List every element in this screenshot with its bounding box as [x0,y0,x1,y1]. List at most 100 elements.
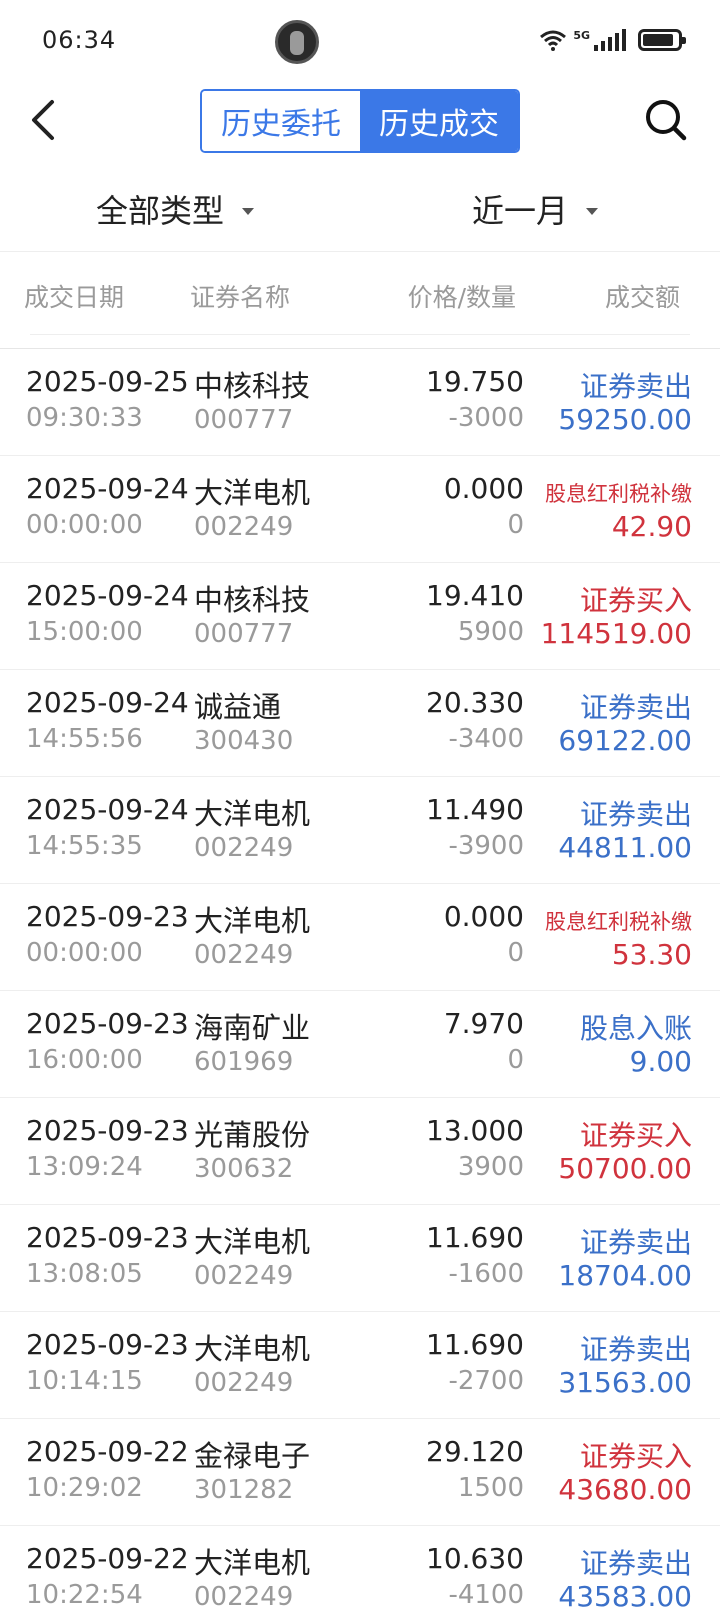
security-code: 002249 [194,1368,294,1398]
trade-type: 证券卖出 [579,370,692,403]
trade-price: 19.410 [426,579,524,612]
table-row[interactable]: 2025-09-25 09:30:33 中核科技 000777 19.750 -3000 证… [0,348,720,455]
security-name: 大洋电机 [194,1332,311,1366]
status-bar: 06:34 5G [0,0,720,80]
trade-quantity: 5900 [457,617,524,647]
security-name: 中核科技 [194,583,311,617]
security-code: 301282 [194,1475,294,1505]
status-icons: 5G [539,26,686,54]
security-code: 002249 [194,512,294,542]
trade-date: 2025-09-24 [26,472,189,505]
table-row[interactable]: 2025-09-24 00:00:00 大洋电机 002249 0.000 0 股息红利税补… [0,455,720,562]
trade-type: 证券卖出 [579,691,692,724]
trade-amount: 43583.00 [558,1580,692,1610]
search-button[interactable] [642,96,690,144]
table-row[interactable]: 2025-09-23 00:00:00 大洋电机 002249 0.000 0 股息红利税补… [0,883,720,990]
trade-amount: 114519.00 [540,617,692,650]
trade-quantity: 0 [507,938,524,968]
security-name: 海南矿业 [194,1011,311,1045]
trade-date: 2025-09-23 [26,1007,189,1040]
trade-amount: 59250.00 [558,403,692,436]
trade-type: 股息红利税补缴 [545,910,692,934]
security-code: 300632 [194,1154,294,1184]
range-filter-label: 近一月 [472,192,569,230]
trade-time: 10:29:02 [26,1473,143,1503]
security-name: 大洋电机 [194,476,311,510]
trade-amount: 42.90 [611,510,692,543]
trade-date: 2025-09-23 [26,1114,189,1147]
trade-time: 10:22:54 [26,1580,143,1610]
trade-price: 20.330 [426,686,524,719]
wifi-icon [540,30,567,51]
trade-time: 00:00:00 [26,938,143,968]
table-row[interactable]: 2025-09-23 16:00:00 海南矿业 601969 7.970 0 股息入账 9.… [0,990,720,1097]
trade-time: 09:30:33 [26,403,143,433]
security-code: 002249 [194,833,294,863]
search-icon [646,100,687,141]
trade-list: 2025-09-25 09:30:33 中核科技 000777 19.750 -3000 证… [0,348,720,1610]
trade-quantity: -1600 [448,1259,524,1289]
tab-history-trades[interactable]: 历史成交 [360,91,518,151]
trade-type: 证券卖出 [579,1547,692,1580]
security-code: 002249 [194,1582,294,1610]
trade-price: 7.970 [443,1007,524,1040]
trade-price: 29.120 [426,1435,524,1468]
table-row[interactable]: 2025-09-22 10:29:02 金禄电子 301282 29.120 1500 证券… [0,1418,720,1525]
column-header: 成交日期 证券名称 价格/数量 成交额 [0,252,720,338]
column-name: 证券名称 [190,283,291,312]
table-row[interactable]: 2025-09-23 13:08:05 大洋电机 002249 11.690 -1600 证… [0,1204,720,1311]
trade-price: 13.000 [426,1114,524,1147]
trade-price: 11.490 [426,793,524,826]
security-code: 000777 [194,619,294,649]
tab-history-orders[interactable]: 历史委托 [202,91,360,151]
trade-type: 股息入账 [579,1012,692,1045]
trade-amount: 43680.00 [558,1473,692,1506]
trade-amount: 18704.00 [558,1259,692,1292]
trade-quantity: -3000 [448,403,524,433]
table-row[interactable]: 2025-09-24 14:55:35 大洋电机 002249 11.490 -3900 证… [0,776,720,883]
status-time: 06:34 [42,26,117,54]
trade-date: 2025-09-22 [26,1542,189,1575]
table-row[interactable]: 2025-09-23 13:09:24 光莆股份 300632 13.000 3900 证券… [0,1097,720,1204]
security-name: 光莆股份 [194,1118,311,1152]
security-code: 000777 [194,405,294,435]
back-button[interactable] [22,94,70,146]
trade-price: 11.690 [426,1221,524,1254]
trade-time: 13:09:24 [26,1152,143,1182]
trade-time: 16:00:00 [26,1045,143,1075]
type-filter-dropdown[interactable]: 全部类型 [96,186,255,232]
trade-type: 证券卖出 [579,798,692,831]
trade-amount: 44811.00 [558,831,692,864]
trade-type: 股息红利税补缴 [545,482,692,506]
trade-amount: 9.00 [629,1045,692,1078]
tab-switcher: 历史委托 历史成交 [200,89,520,153]
trade-date: 2025-09-25 [26,365,189,398]
trade-time: 10:14:15 [26,1366,143,1396]
security-code: 601969 [194,1047,294,1077]
trade-amount: 50700.00 [558,1152,692,1185]
security-name: 大洋电机 [194,797,311,831]
table-row[interactable]: 2025-09-24 14:55:56 诚益通 300430 20.330 -3400 证券… [0,669,720,776]
table-row[interactable]: 2025-09-22 10:22:54 大洋电机 002249 10.630 -4100 证… [0,1525,720,1610]
trade-quantity: -2700 [448,1366,524,1396]
battery-icon [638,29,686,51]
filter-bar: 全部类型 近一月 [0,172,720,252]
security-name: 大洋电机 [194,1546,311,1580]
trade-amount: 53.30 [611,938,692,971]
trade-date: 2025-09-23 [26,1328,189,1361]
trade-price: 0.000 [443,900,524,933]
header: 历史委托 历史成交 [0,80,720,172]
trade-price: 11.690 [426,1328,524,1361]
security-code: 300430 [194,726,294,756]
trade-time: 13:08:05 [26,1259,143,1289]
table-row[interactable]: 2025-09-24 15:00:00 中核科技 000777 19.410 5900 证券… [0,562,720,669]
trade-type: 证券买入 [579,1440,692,1473]
table-row[interactable]: 2025-09-23 10:14:15 大洋电机 002249 11.690 -2700 证… [0,1311,720,1418]
range-filter-dropdown[interactable]: 近一月 [472,186,599,232]
column-price-qty: 价格/数量 [407,283,516,312]
trade-time: 15:00:00 [26,617,143,647]
trade-quantity: -4100 [448,1580,524,1610]
column-date: 成交日期 [24,283,125,312]
security-code: 002249 [194,1261,294,1291]
security-name: 金禄电子 [194,1439,311,1473]
